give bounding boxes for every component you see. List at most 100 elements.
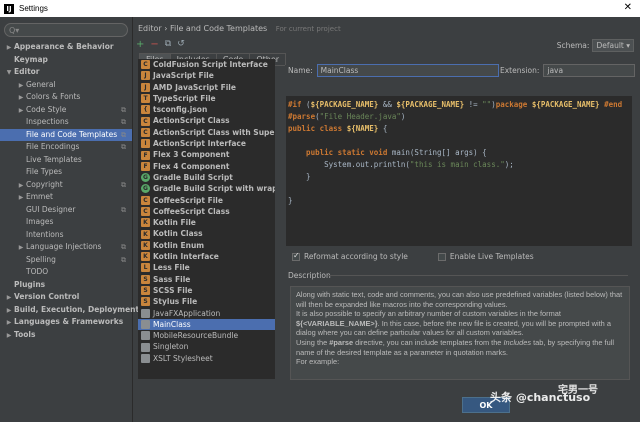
description-paragraph: Using the #parse directive, you can incl… [296,338,624,357]
code-line: } [288,171,630,183]
file-type-icon: C [141,60,150,70]
sidebar-item[interactable]: ▶ Languages & Frameworks [0,316,132,329]
template-list-item[interactable]: GGradle Build Script with wrapper [138,183,275,194]
sidebar-item[interactable]: ▶ Emmet [0,191,132,204]
sidebar-item-label: GUI Designer [26,204,76,214]
sidebar-item[interactable]: Intentions [0,229,132,242]
template-list-item[interactable]: XSLT Stylesheet [138,353,275,364]
template-list-item[interactable]: J AMD JavaScript File [138,82,275,93]
sidebar-item[interactable]: Spelling ⧉ [0,254,132,267]
sidebar-item[interactable]: ▶ General [0,79,132,92]
sidebar-item[interactable]: Live Templates [0,154,132,167]
reformat-checkbox[interactable]: Reformat according to style [292,251,408,261]
sidebar-item[interactable]: Images [0,216,132,229]
template-list-item[interactable]: MainClass [138,318,275,331]
add-template-button[interactable]: + [136,39,144,50]
sidebar-item[interactable]: File Encodings ⧉ [0,141,132,154]
sidebar-item[interactable]: ▶ Tools [0,329,132,342]
template-list-item[interactable]: S Stylus File [138,296,275,307]
extension-field[interactable] [543,64,636,77]
name-label: Name: [288,66,313,75]
file-type-icon: C [141,127,150,137]
sidebar-item[interactable]: Plugins [0,279,132,292]
live-templates-checkbox[interactable]: Enable Live Templates [437,252,534,261]
sidebar-item[interactable]: File and Code Templates ⧉ [0,128,132,141]
template-list-item[interactable]: F Flex 4 Component [138,161,275,172]
template-list-item[interactable]: C CoffeeScript Class [138,206,275,217]
sidebar-item[interactable]: ▶ Version Control [0,291,132,304]
sidebar-item[interactable]: ▶ Colors & Fonts [0,91,132,104]
template-list-item[interactable]: K Kotlin Class [138,228,275,239]
template-list-item[interactable]: {tsconfig.json [138,104,275,115]
sidebar-item[interactable]: ▶ Appearance & Behavior [0,41,132,54]
breadcrumb-page: File and Code Templates [169,24,268,33]
template-list-item[interactable]: J JavaScript File [138,70,275,81]
template-list-item[interactable]: G Gradle Build Script [138,172,275,183]
sidebar-item[interactable]: File Types [0,166,132,179]
code-line: #if (${PACKAGE_NAME} && ${PACKAGE_NAME} … [288,99,630,111]
template-name: Flex 4 Component [153,161,230,171]
template-name: JavaFXApplication [153,308,221,318]
project-config-icon: ⧉ [121,180,126,189]
reset-template-button[interactable]: ↺ [177,39,185,50]
template-list-item[interactable]: K Kotlin File [138,217,275,228]
schema-label: Schema: [556,41,590,50]
schema-dropdown[interactable]: Default ▾ [592,39,634,52]
template-list-item[interactable]: JavaFXApplication [138,308,275,319]
template-list-item[interactable]: MobileResourceBundle [138,330,275,341]
search-input[interactable]: Q▾ [4,23,128,37]
template-name: MobileResourceBundle [153,331,239,341]
name-field[interactable] [316,64,499,77]
code-token: ${PACKAGE_NAME} [396,100,465,109]
template-code-editor[interactable]: #if (${PACKAGE_NAME} && ${PACKAGE_NAME} … [286,96,632,246]
template-list-item[interactable]: S Sass File [138,274,275,285]
template-list-item[interactable]: C ColdFusion Script Interface [138,59,275,70]
sidebar-item[interactable]: Keymap [0,54,132,67]
sidebar-item-label: Spelling [26,254,56,264]
copy-template-button[interactable]: ⧉ [165,39,171,50]
sidebar-item[interactable]: ▶ Code Style ⧉ [0,104,132,117]
sidebar-item[interactable]: ▶ Language Injections ⧉ [0,241,132,254]
template-name: JavaScript File [153,71,214,81]
sidebar-item[interactable]: ▶ Build, Execution, Deployment [0,304,139,317]
file-type-icon [141,308,150,318]
chevron-down-icon: ▾ [626,41,630,50]
sidebar-item[interactable]: GUI Designer ⧉ [0,204,132,217]
chevron-right-icon[interactable]: ▶ [4,330,14,343]
file-type-icon: F [141,150,150,160]
code-line: } [288,195,630,207]
template-name: tsconfig.json [153,105,208,115]
template-list-item[interactable]: F Flex 3 Component [138,149,275,160]
sidebar-item[interactable]: TODO [0,266,132,279]
template-list-item[interactable]: Singleton [138,341,275,352]
template-list-item[interactable]: K Kotlin Interface [138,251,275,262]
code-token: package [495,100,532,109]
template-list-item[interactable]: C ActionScript Class with Supers [138,127,275,138]
template-list-item[interactable]: I ActionScript Interface [138,138,275,149]
breadcrumb-separator: › [164,24,168,33]
template-list-item[interactable]: C CoffeeScript File [138,195,275,206]
template-name: Kotlin File [153,218,196,228]
template-list-item[interactable]: K Kotlin Enum [138,240,275,251]
code-token: "File Header.java" [319,112,401,121]
template-list-item[interactable]: S SCSS File [138,285,275,296]
code-line: #parse("File Header.java") [288,111,630,123]
close-icon[interactable]: ✕ [624,2,632,13]
name-row: Name: [288,64,499,77]
template-name: Sass File [153,274,191,284]
code-token: != [464,100,483,109]
schema-selector: Schema: Default ▾ [557,39,634,52]
sidebar-item[interactable]: ▶ Copyright ⧉ [0,179,132,192]
template-list-item[interactable]: L Less File [138,262,275,273]
sidebar-item[interactable]: Inspections ⧉ [0,116,132,129]
window-title: Settings [19,4,48,13]
description-heading: Description [288,271,626,280]
code-token: } [288,172,311,181]
template-list-item[interactable]: T TypeScript File [138,93,275,104]
sidebar-item[interactable]: ▼ Editor [0,66,132,79]
checkbox-box[interactable] [437,252,446,261]
checkbox-box[interactable] [292,251,300,261]
remove-template-button[interactable]: − [150,39,158,50]
file-type-icon: C [141,207,150,216]
template-list-item[interactable]: C ActionScript Class [138,115,275,126]
